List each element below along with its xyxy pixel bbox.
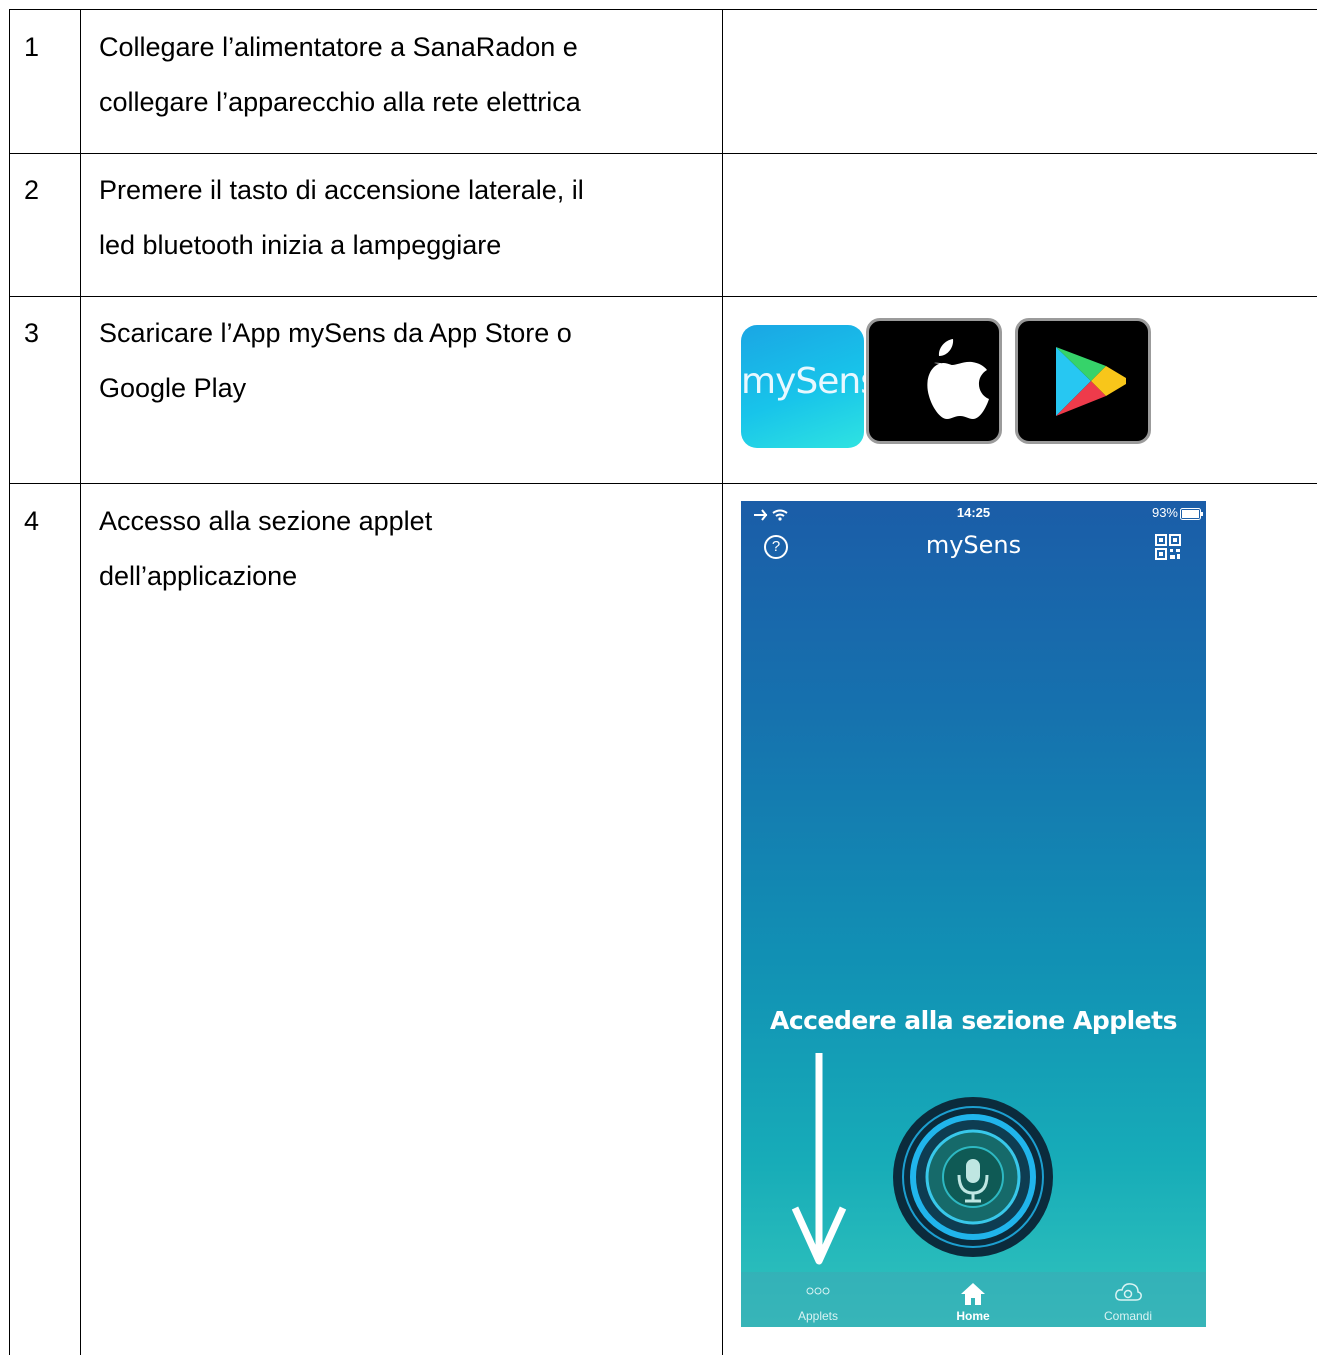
status-time: 14:25 [956, 505, 991, 520]
down-arrow-icon [791, 1053, 847, 1265]
step-text-line: Collegare l’alimentatore a SanaRadon e [99, 32, 578, 62]
mysens-app-icon: mySens [741, 325, 864, 448]
step-text-line: dell’applicazione [99, 561, 298, 591]
status-battery: 93% [1151, 505, 1178, 520]
step-number: 1 [24, 32, 40, 62]
mysens-app-label: mySens [741, 361, 864, 402]
app-title: mySens [925, 531, 1022, 559]
step-text-line: Accesso alla sezione applet [99, 506, 433, 536]
hint-text: Accedere alla sezione Applets [770, 1006, 1177, 1035]
tab-label: Home [956, 1309, 990, 1323]
tab-comandi[interactable]: Comandi [1068, 1272, 1188, 1327]
cloud-gear-icon [1115, 1283, 1142, 1301]
tab-home[interactable]: Home [913, 1272, 1033, 1327]
table-row-divider [9, 296, 1317, 297]
tab-label: Applets [797, 1309, 839, 1323]
google-play-button[interactable] [1015, 318, 1151, 444]
tab-bar: Applets Home Comandi [741, 1272, 1206, 1327]
step-number: 2 [24, 175, 40, 205]
phone-screenshot: 14:25 93% ? mySens Accedere alla sezione… [741, 501, 1206, 1327]
step-text-line: Premere il tasto di accensione laterale,… [99, 175, 584, 205]
play-icon [1056, 347, 1126, 416]
battery-icon [1180, 508, 1203, 520]
app-store-button[interactable] [866, 318, 1002, 444]
step-number: 4 [24, 506, 40, 536]
table-border-left [9, 9, 10, 1355]
dots-icon [806, 1287, 830, 1295]
home-icon [961, 1283, 985, 1305]
table-column-divider [722, 9, 723, 1355]
tab-applets[interactable]: Applets [758, 1272, 878, 1327]
step-number: 3 [24, 318, 40, 348]
tab-label: Comandi [1103, 1309, 1153, 1323]
step-text-line: Google Play [99, 373, 247, 403]
apple-icon [927, 339, 989, 419]
step-text-line: led bluetooth inizia a lampeggiare [99, 230, 502, 260]
step-text-line: collegare l’apparecchio alla rete elettr… [99, 87, 581, 117]
table-row-divider [9, 153, 1317, 154]
table-border-top [9, 9, 1317, 10]
qr-code-icon[interactable] [1155, 534, 1181, 560]
step-text: Accesso alla sezione applet dell’applica… [99, 494, 699, 604]
step-text: Scaricare l’App mySens da App Store o Go… [99, 306, 699, 416]
step-text-line: Scaricare l’App mySens da App Store o [99, 318, 572, 348]
table-row-divider [9, 483, 1317, 484]
table-column-divider [80, 9, 81, 1355]
step-text: Premere il tasto di accensione laterale,… [99, 163, 699, 273]
step-text: Collegare l’alimentatore a SanaRadon e c… [99, 20, 699, 130]
status-bar: 14:25 93% [741, 505, 1206, 525]
microphone-button[interactable] [889, 1093, 1057, 1261]
